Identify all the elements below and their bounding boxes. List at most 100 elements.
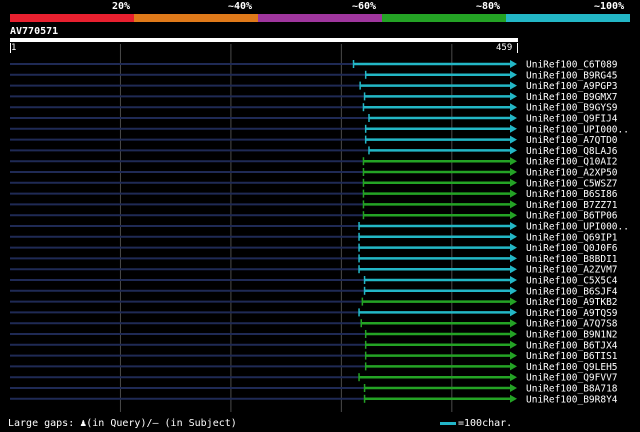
hit-label[interactable]: UniRef100_B7ZZ71: [526, 200, 618, 211]
hit-arrow-head: [510, 319, 517, 328]
hit-label[interactable]: UniRef100_B6TJX4: [526, 340, 618, 351]
hit-arrow-head: [510, 124, 517, 133]
hit-row[interactable]: UniRef100_C6T089: [10, 60, 618, 71]
hit-label[interactable]: UniRef100_B9RG45: [526, 70, 618, 81]
hit-label[interactable]: UniRef100_B9GYS9: [526, 103, 618, 114]
scale-legend: =100char.: [440, 418, 512, 429]
hit-label[interactable]: UniRef100_Q8LAJ6: [526, 146, 618, 157]
hit-row[interactable]: UniRef100_UPI000..: [10, 124, 629, 135]
hit-arrow-head: [510, 265, 517, 274]
hit-row[interactable]: UniRef100_B6SI86: [10, 189, 618, 200]
hit-label[interactable]: UniRef100_UPI000..: [526, 222, 629, 233]
hit-row[interactable]: UniRef100_B6SJF4: [10, 286, 618, 297]
hit-row[interactable]: UniRef100_B9R8Y4: [10, 394, 618, 405]
hit-arrow-head: [510, 178, 517, 187]
hit-label[interactable]: UniRef100_A7Q7S8: [526, 319, 618, 330]
hit-label[interactable]: UniRef100_A7QTD0: [526, 135, 618, 146]
hit-label[interactable]: UniRef100_Q9FVV7: [526, 373, 618, 384]
hit-label[interactable]: UniRef100_UPI000..: [526, 124, 629, 135]
hit-label[interactable]: UniRef100_B9R8Y4: [526, 394, 618, 405]
hit-label[interactable]: UniRef100_B6SI86: [526, 189, 618, 200]
hit-label[interactable]: UniRef100_C5WSZ7: [526, 178, 618, 189]
hit-arrow-head: [510, 384, 517, 392]
hit-arrow-head: [510, 351, 517, 360]
hit-row[interactable]: UniRef100_B9N1N2: [10, 330, 618, 341]
hit-arrow-head: [510, 232, 517, 241]
hit-row[interactable]: UniRef100_C5X5C4: [10, 276, 618, 287]
hit-label[interactable]: UniRef100_Q0J0F6: [526, 243, 618, 254]
hit-label[interactable]: UniRef100_B6SJF4: [526, 286, 618, 297]
hit-label[interactable]: UniRef100_A2ZVM7: [526, 265, 618, 276]
hit-row[interactable]: UniRef100_Q0J0F6: [10, 243, 618, 254]
hit-row[interactable]: UniRef100_B9RG45: [10, 70, 618, 81]
hit-row[interactable]: UniRef100_Q8LAJ6: [10, 146, 618, 157]
alignment-chart: UniRef100_C6T089UniRef100_B9RG45UniRef10…: [10, 44, 629, 412]
scale-legend-text: =100char.: [458, 418, 513, 429]
hit-arrow-head: [510, 243, 517, 252]
hit-row[interactable]: UniRef100_B6TP06: [10, 211, 618, 222]
hit-arrow-head: [510, 103, 517, 112]
hit-label[interactable]: UniRef100_Q69IP1: [526, 232, 618, 243]
hit-label[interactable]: UniRef100_A9TKB2: [526, 297, 618, 308]
hit-label[interactable]: UniRef100_A9TQS9: [526, 308, 618, 319]
hit-row[interactable]: UniRef100_UPI000..: [10, 222, 629, 233]
hit-label[interactable]: UniRef100_Q9FIJ4: [526, 114, 618, 125]
hit-arrow-head: [510, 297, 517, 306]
hit-arrow-head: [510, 286, 517, 295]
hit-row[interactable]: UniRef100_A7Q7S8: [10, 319, 618, 330]
hit-label[interactable]: UniRef100_A2XP50: [526, 168, 618, 179]
hit-row[interactable]: UniRef100_B6TIS1: [10, 351, 618, 362]
hit-label[interactable]: UniRef100_B6TIS1: [526, 351, 618, 362]
hit-label[interactable]: UniRef100_B8A718: [526, 384, 618, 395]
hit-label[interactable]: UniRef100_Q10AI2: [526, 157, 618, 168]
hit-row[interactable]: UniRef100_A9PGP3: [10, 81, 618, 92]
hit-row[interactable]: UniRef100_B9GMX7: [10, 92, 618, 103]
large-gaps-legend: Large gaps: ♟(in Query)/– (in Subject): [8, 418, 237, 429]
hit-label[interactable]: UniRef100_B9N1N2: [526, 330, 618, 341]
hit-arrow-head: [510, 340, 517, 349]
hit-arrow-head: [510, 308, 517, 317]
hit-arrow-head: [510, 168, 517, 176]
hit-label[interactable]: UniRef100_C6T089: [526, 60, 618, 71]
hit-label[interactable]: UniRef100_C5X5C4: [526, 276, 618, 287]
hit-arrow-head: [510, 189, 517, 198]
hit-row[interactable]: UniRef100_Q9FIJ4: [10, 114, 618, 125]
hit-arrow-head: [510, 81, 517, 90]
hit-row[interactable]: UniRef100_Q10AI2: [10, 157, 618, 168]
hit-arrow-head: [510, 114, 517, 122]
hit-row[interactable]: UniRef100_B7ZZ71: [10, 200, 618, 211]
hit-arrow-head: [510, 330, 517, 338]
hit-arrow-head: [510, 222, 517, 230]
hit-arrow-head: [510, 362, 517, 371]
hit-arrow-head: [510, 373, 517, 382]
hit-arrow-head: [510, 70, 517, 79]
hit-row[interactable]: UniRef100_A9TQS9: [10, 308, 618, 319]
hit-arrow-head: [510, 200, 517, 209]
hit-label[interactable]: UniRef100_B9GMX7: [526, 92, 618, 103]
hit-row[interactable]: UniRef100_B6TJX4: [10, 340, 618, 351]
hit-row[interactable]: UniRef100_A9TKB2: [10, 297, 618, 308]
hit-label[interactable]: UniRef100_B6TP06: [526, 211, 618, 222]
hit-row[interactable]: UniRef100_Q69IP1: [10, 232, 618, 243]
hit-row[interactable]: UniRef100_B8A718: [10, 384, 618, 395]
hit-arrow-head: [510, 135, 517, 144]
hit-row[interactable]: UniRef100_Q9FVV7: [10, 373, 618, 384]
hit-arrow-head: [510, 276, 517, 284]
hit-label[interactable]: UniRef100_Q9LEH5: [526, 362, 618, 373]
hit-arrow-head: [510, 92, 517, 101]
hit-row[interactable]: UniRef100_B9GYS9: [10, 103, 618, 114]
hit-arrow-head: [510, 211, 517, 220]
hit-arrow-head: [510, 157, 517, 166]
hit-label[interactable]: UniRef100_B8BDI1: [526, 254, 618, 265]
hit-label[interactable]: UniRef100_A9PGP3: [526, 81, 618, 92]
hit-arrow-head: [510, 60, 517, 68]
scale-legend-line: [440, 421, 456, 425]
hit-row[interactable]: UniRef100_Q9LEH5: [10, 362, 618, 373]
hit-row[interactable]: UniRef100_C5WSZ7: [10, 178, 618, 189]
hit-row[interactable]: UniRef100_A2ZVM7: [10, 265, 618, 276]
hit-row[interactable]: UniRef100_A2XP50: [10, 168, 618, 179]
hit-row[interactable]: UniRef100_A7QTD0: [10, 135, 618, 146]
hit-arrow-head: [510, 394, 517, 403]
hit-arrow-head: [510, 254, 517, 263]
hit-row[interactable]: UniRef100_B8BDI1: [10, 254, 618, 265]
